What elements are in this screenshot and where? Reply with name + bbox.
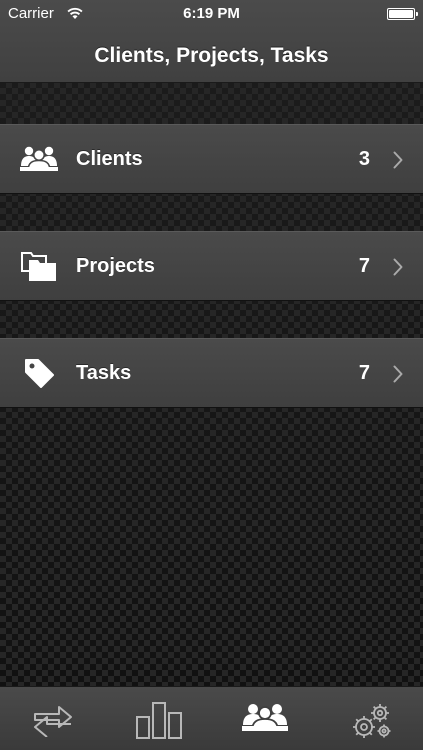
folder-icon <box>21 252 56 281</box>
row-clients[interactable]: Clients 3 <box>0 124 423 194</box>
tab-clients[interactable] <box>212 687 317 750</box>
status-bar: Carrier 6:19 PM <box>0 0 423 28</box>
gears-icon <box>352 704 390 738</box>
chevron-right-icon <box>393 365 403 383</box>
tab-bar <box>0 686 423 750</box>
battery-nub <box>416 12 418 16</box>
battery-fill <box>389 10 413 18</box>
page-title: Clients, Projects, Tasks <box>94 44 329 67</box>
bar-chart-icon <box>135 702 182 739</box>
tag-icon <box>25 359 54 388</box>
screen: Carrier 6:19 PM Clients, Projects, Tasks <box>0 0 423 750</box>
battery-icon <box>387 8 418 20</box>
row-label-projects: Projects <box>76 255 155 277</box>
clients-icon <box>20 146 58 172</box>
row-label-tasks: Tasks <box>76 362 132 384</box>
row-count-clients: 3 <box>358 148 370 170</box>
row-label-clients: Clients <box>76 148 143 170</box>
row-count-tasks: 7 <box>358 362 370 384</box>
sync-arrows-icon <box>33 706 72 737</box>
status-time: 6:19 PM <box>183 5 240 22</box>
navigation-bar: Carrier 6:19 PM Clients, Projects, Tasks <box>0 0 423 83</box>
chevron-right-icon <box>393 258 403 276</box>
clients-icon <box>241 704 288 732</box>
row-projects[interactable]: Projects 7 <box>0 231 423 301</box>
chevron-right-icon <box>393 151 403 169</box>
tab-reports[interactable] <box>106 687 211 750</box>
tab-sync[interactable] <box>0 687 105 750</box>
row-count-projects: 7 <box>358 255 370 277</box>
tab-settings[interactable] <box>318 687 423 750</box>
row-tasks[interactable]: Tasks 7 <box>0 338 423 408</box>
